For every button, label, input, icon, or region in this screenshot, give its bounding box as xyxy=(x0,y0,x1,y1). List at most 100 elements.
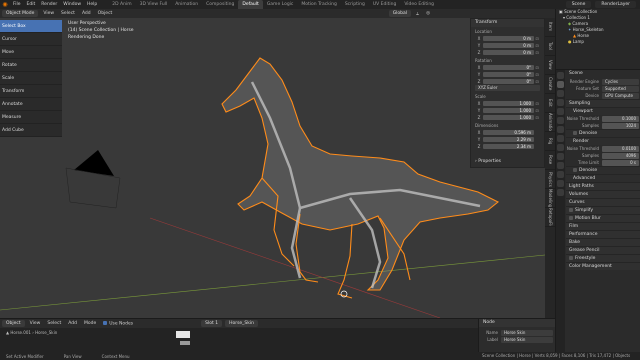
device-dropdown[interactable]: GPU Compute xyxy=(602,92,639,99)
rotation-z-field[interactable]: 0° xyxy=(483,78,534,84)
render-engine-dropdown[interactable]: Cycles xyxy=(602,78,639,85)
viewport-samples-field[interactable]: 1024 xyxy=(602,122,639,129)
material-dropdown[interactable]: Horse_Skin xyxy=(225,320,258,327)
side-tab-animation[interactable]: Animation xyxy=(545,113,555,132)
properties-section-header[interactable]: › Properties xyxy=(475,159,501,164)
rotation-y-field[interactable]: 0° xyxy=(483,71,534,77)
material-tab-icon[interactable] xyxy=(557,180,564,187)
tab-game-logic[interactable]: Game Logic xyxy=(263,0,298,9)
viewport-menu-select[interactable]: Select xyxy=(59,11,77,16)
tab-video-editing[interactable]: Video Editing xyxy=(400,0,438,9)
camera-object[interactable] xyxy=(65,150,121,209)
node-block-secondary[interactable] xyxy=(180,341,190,345)
noise-threshold-field[interactable]: 0.1000 xyxy=(602,115,639,122)
motion-blur-section[interactable]: Motion Blur xyxy=(566,214,640,222)
tool-add-cube[interactable]: Add Cube xyxy=(0,124,62,137)
object-tab-icon[interactable] xyxy=(557,126,564,133)
lock-icon[interactable]: ⊡ xyxy=(534,65,540,70)
outliner-row[interactable]: ● Lamp xyxy=(556,39,640,45)
menu-window[interactable]: Window xyxy=(60,2,84,7)
menu-help[interactable]: Help xyxy=(84,2,100,7)
horse-mesh[interactable] xyxy=(221,57,500,299)
tab-uv-editing[interactable]: UV Editing xyxy=(369,0,400,9)
editor-mode-dropdown[interactable]: Object xyxy=(2,320,25,327)
side-tab-rig[interactable]: Rig xyxy=(545,132,555,151)
advanced-subsection[interactable]: Advanced xyxy=(566,174,640,182)
lock-icon[interactable]: ⊡ xyxy=(534,108,540,113)
side-tab-tool[interactable]: Tool xyxy=(545,37,555,56)
location-z-field[interactable]: 0 m xyxy=(483,49,534,55)
viewport-menu-view[interactable]: View xyxy=(41,11,56,16)
menu-render[interactable]: Render xyxy=(38,2,60,7)
dimensions-y-field[interactable]: 2.29 m xyxy=(483,136,534,142)
node-block[interactable] xyxy=(176,331,190,338)
editor-menu-select[interactable]: Select xyxy=(45,321,63,326)
tool-tab-icon[interactable] xyxy=(557,72,564,79)
motion-blur-checkbox[interactable] xyxy=(569,215,573,220)
scale-z-field[interactable]: 1.000 xyxy=(483,114,534,120)
tab-animation[interactable]: Animation xyxy=(171,0,202,9)
blender-logo-icon[interactable]: ◉ xyxy=(0,0,10,9)
viewport-denoise-subsection[interactable]: Denoise xyxy=(566,129,640,137)
location-y-field[interactable]: 0 m xyxy=(483,42,534,48)
light-paths-section[interactable]: Light Paths xyxy=(566,182,640,190)
tool-annotate[interactable]: Annotate xyxy=(0,98,62,111)
side-tab-pose[interactable]: Pose xyxy=(545,151,555,170)
simplify-checkbox[interactable] xyxy=(569,207,573,212)
rotation-x-field[interactable]: 0° xyxy=(483,64,534,70)
tab-3d-view-full[interactable]: 3D View Full xyxy=(136,0,172,9)
scene-selector[interactable]: Scene xyxy=(565,1,592,8)
color-management-section[interactable]: Color Management xyxy=(566,262,640,270)
tab-scripting[interactable]: Scripting xyxy=(341,0,369,9)
lock-icon[interactable]: ⊡ xyxy=(534,72,540,77)
tool-transform[interactable]: Transform xyxy=(0,85,62,98)
breadcrumb-object[interactable]: Horse.001 xyxy=(10,330,31,335)
slot-dropdown[interactable]: Slot 1 xyxy=(201,320,223,327)
bake-section[interactable]: Bake xyxy=(566,238,640,246)
lock-icon[interactable]: ⊡ xyxy=(534,79,540,84)
viewport-menu-add[interactable]: Add xyxy=(80,11,93,16)
location-x-field[interactable]: 0 m xyxy=(483,35,534,41)
lock-icon[interactable]: ⊡ xyxy=(534,36,540,41)
snap-icon[interactable]: ⟂ xyxy=(414,11,421,17)
lock-icon[interactable]: ⊡ xyxy=(534,101,540,106)
lock-icon[interactable]: ⊡ xyxy=(534,43,540,48)
view-layer-selector[interactable]: RenderLayer xyxy=(595,1,636,8)
side-tab-retopoflow[interactable]: RetopoFlow xyxy=(545,208,555,227)
particles-tab-icon[interactable] xyxy=(557,144,564,151)
viewport-subsection[interactable]: Viewport xyxy=(566,107,640,115)
tool-select-box[interactable]: Select Box xyxy=(0,20,62,33)
editor-menu-add[interactable]: Add xyxy=(66,321,79,326)
data-tab-icon[interactable] xyxy=(557,171,564,178)
tab-2d-anim[interactable]: 2D Anim xyxy=(108,0,135,9)
modifiers-tab-icon[interactable] xyxy=(557,135,564,142)
tool-move[interactable]: Move xyxy=(0,46,62,59)
denoise-checkbox[interactable] xyxy=(573,130,577,135)
rotation-mode-dropdown[interactable]: XYZ Euler xyxy=(475,85,540,91)
tab-compositing[interactable]: Compositing xyxy=(202,0,238,9)
breadcrumb-material[interactable]: Horse_Skin xyxy=(35,330,57,335)
render-tab-icon[interactable] xyxy=(557,81,564,88)
constraints-tab-icon[interactable] xyxy=(557,162,564,169)
editor-menu-view[interactable]: View xyxy=(28,321,43,326)
lock-icon[interactable]: ⊡ xyxy=(534,115,540,120)
time-limit-field[interactable]: 0 s xyxy=(602,159,639,166)
transform-header[interactable]: Transform xyxy=(471,19,544,27)
side-tab-item[interactable]: Item xyxy=(545,18,555,37)
menu-edit[interactable]: Edit xyxy=(24,2,39,7)
menu-file[interactable]: File xyxy=(10,2,24,7)
grease-pencil-section[interactable]: Grease Pencil xyxy=(566,246,640,254)
tool-rotate[interactable]: Rotate xyxy=(0,59,62,72)
tool-measure[interactable]: Measure xyxy=(0,111,62,124)
physics-tab-icon[interactable] xyxy=(557,153,564,160)
simplify-section[interactable]: Simplify xyxy=(566,206,640,214)
curves-section[interactable]: Curves xyxy=(566,198,640,206)
render-subsection[interactable]: Render xyxy=(566,137,640,145)
scale-x-field[interactable]: 1.000 xyxy=(483,100,534,106)
orientation-dropdown[interactable]: Global xyxy=(388,10,412,17)
tool-scale[interactable]: Scale xyxy=(0,72,62,85)
node-label-field[interactable]: Horse Skin xyxy=(501,336,553,343)
proportional-edit-icon[interactable]: ◎ xyxy=(424,11,432,16)
render-samples-field[interactable]: 4096 xyxy=(602,152,639,159)
side-tab-view[interactable]: View xyxy=(545,56,555,75)
